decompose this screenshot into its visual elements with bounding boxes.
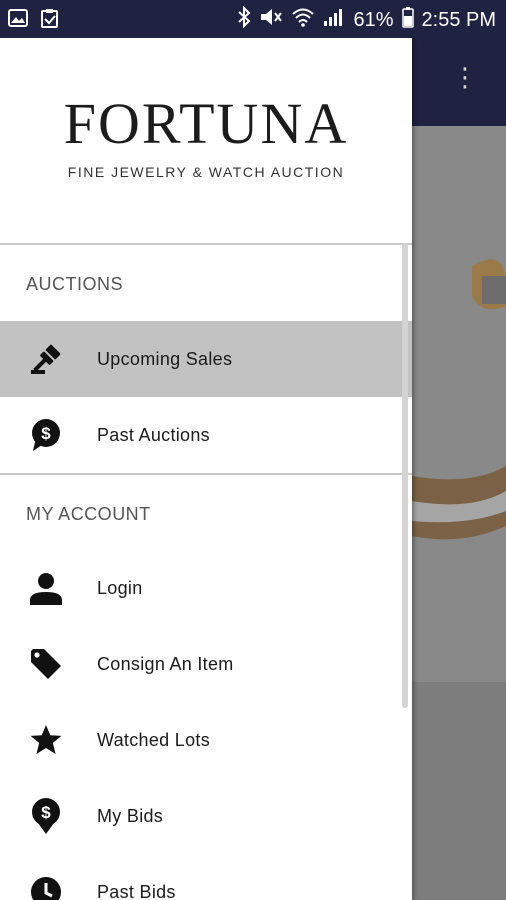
menu-label-past-auctions: Past Auctions <box>97 424 210 445</box>
divider <box>0 473 412 475</box>
star-icon <box>27 721 65 759</box>
menu-item-upcoming-sales[interactable]: Upcoming Sales <box>0 321 412 397</box>
menu-item-past-bids[interactable]: Past Bids <box>0 854 412 900</box>
tag-icon <box>27 645 65 683</box>
menu-item-past-auctions[interactable]: $ Past Auctions <box>0 397 412 473</box>
svg-text:$: $ <box>41 424 51 443</box>
menu-item-my-bids[interactable]: $ My Bids <box>0 778 412 854</box>
gavel-icon <box>27 340 65 378</box>
brand-logo-title: FORTUNA <box>63 91 349 156</box>
menu-item-consign[interactable]: Consign An Item <box>0 626 412 702</box>
drawer-scrollbar[interactable] <box>402 243 408 708</box>
menu-label-watched-lots: Watched Lots <box>97 729 210 750</box>
bluetooth-icon <box>237 5 251 34</box>
dollar-bubble-icon: $ <box>27 416 65 454</box>
dollar-pin-icon: $ <box>27 797 65 835</box>
brand-header: FORTUNA FINE JEWELRY & WATCH AUCTION <box>0 38 412 244</box>
background-image <box>412 126 506 682</box>
navigation-drawer: FORTUNA FINE JEWELRY & WATCH AUCTION AUC… <box>0 38 412 900</box>
signal-icon <box>323 7 345 33</box>
overflow-menu-icon[interactable]: ⋮ <box>452 64 478 90</box>
mute-icon <box>259 6 283 34</box>
battery-icon <box>401 6 414 34</box>
menu-item-login[interactable]: Login <box>0 550 412 626</box>
menu-label-upcoming-sales: Upcoming Sales <box>97 348 233 369</box>
task-check-icon <box>40 8 60 33</box>
clock-time: 2:55 PM <box>421 8 496 31</box>
menu-label-login: Login <box>97 577 143 598</box>
clock-icon <box>27 873 65 900</box>
brand-subtitle: FINE JEWELRY & WATCH AUCTION <box>67 164 345 180</box>
menu-label-consign: Consign An Item <box>97 653 234 674</box>
svg-text:$: $ <box>41 803 51 822</box>
section-heading-my-account: MY ACCOUNT <box>26 504 151 524</box>
background-lower-panel <box>412 682 506 900</box>
wifi-icon <box>291 7 315 33</box>
status-bar: 61% 2:55 PM <box>0 0 506 38</box>
section-heading-auctions: AUCTIONS <box>26 274 124 294</box>
person-icon <box>27 569 65 607</box>
menu-item-watched-lots[interactable]: Watched Lots <box>0 702 412 778</box>
gallery-icon <box>8 8 28 33</box>
divider <box>0 243 412 245</box>
menu-label-my-bids: My Bids <box>97 805 164 826</box>
menu-label-past-bids: Past Bids <box>97 881 176 900</box>
battery-percent: 61% <box>353 8 394 31</box>
